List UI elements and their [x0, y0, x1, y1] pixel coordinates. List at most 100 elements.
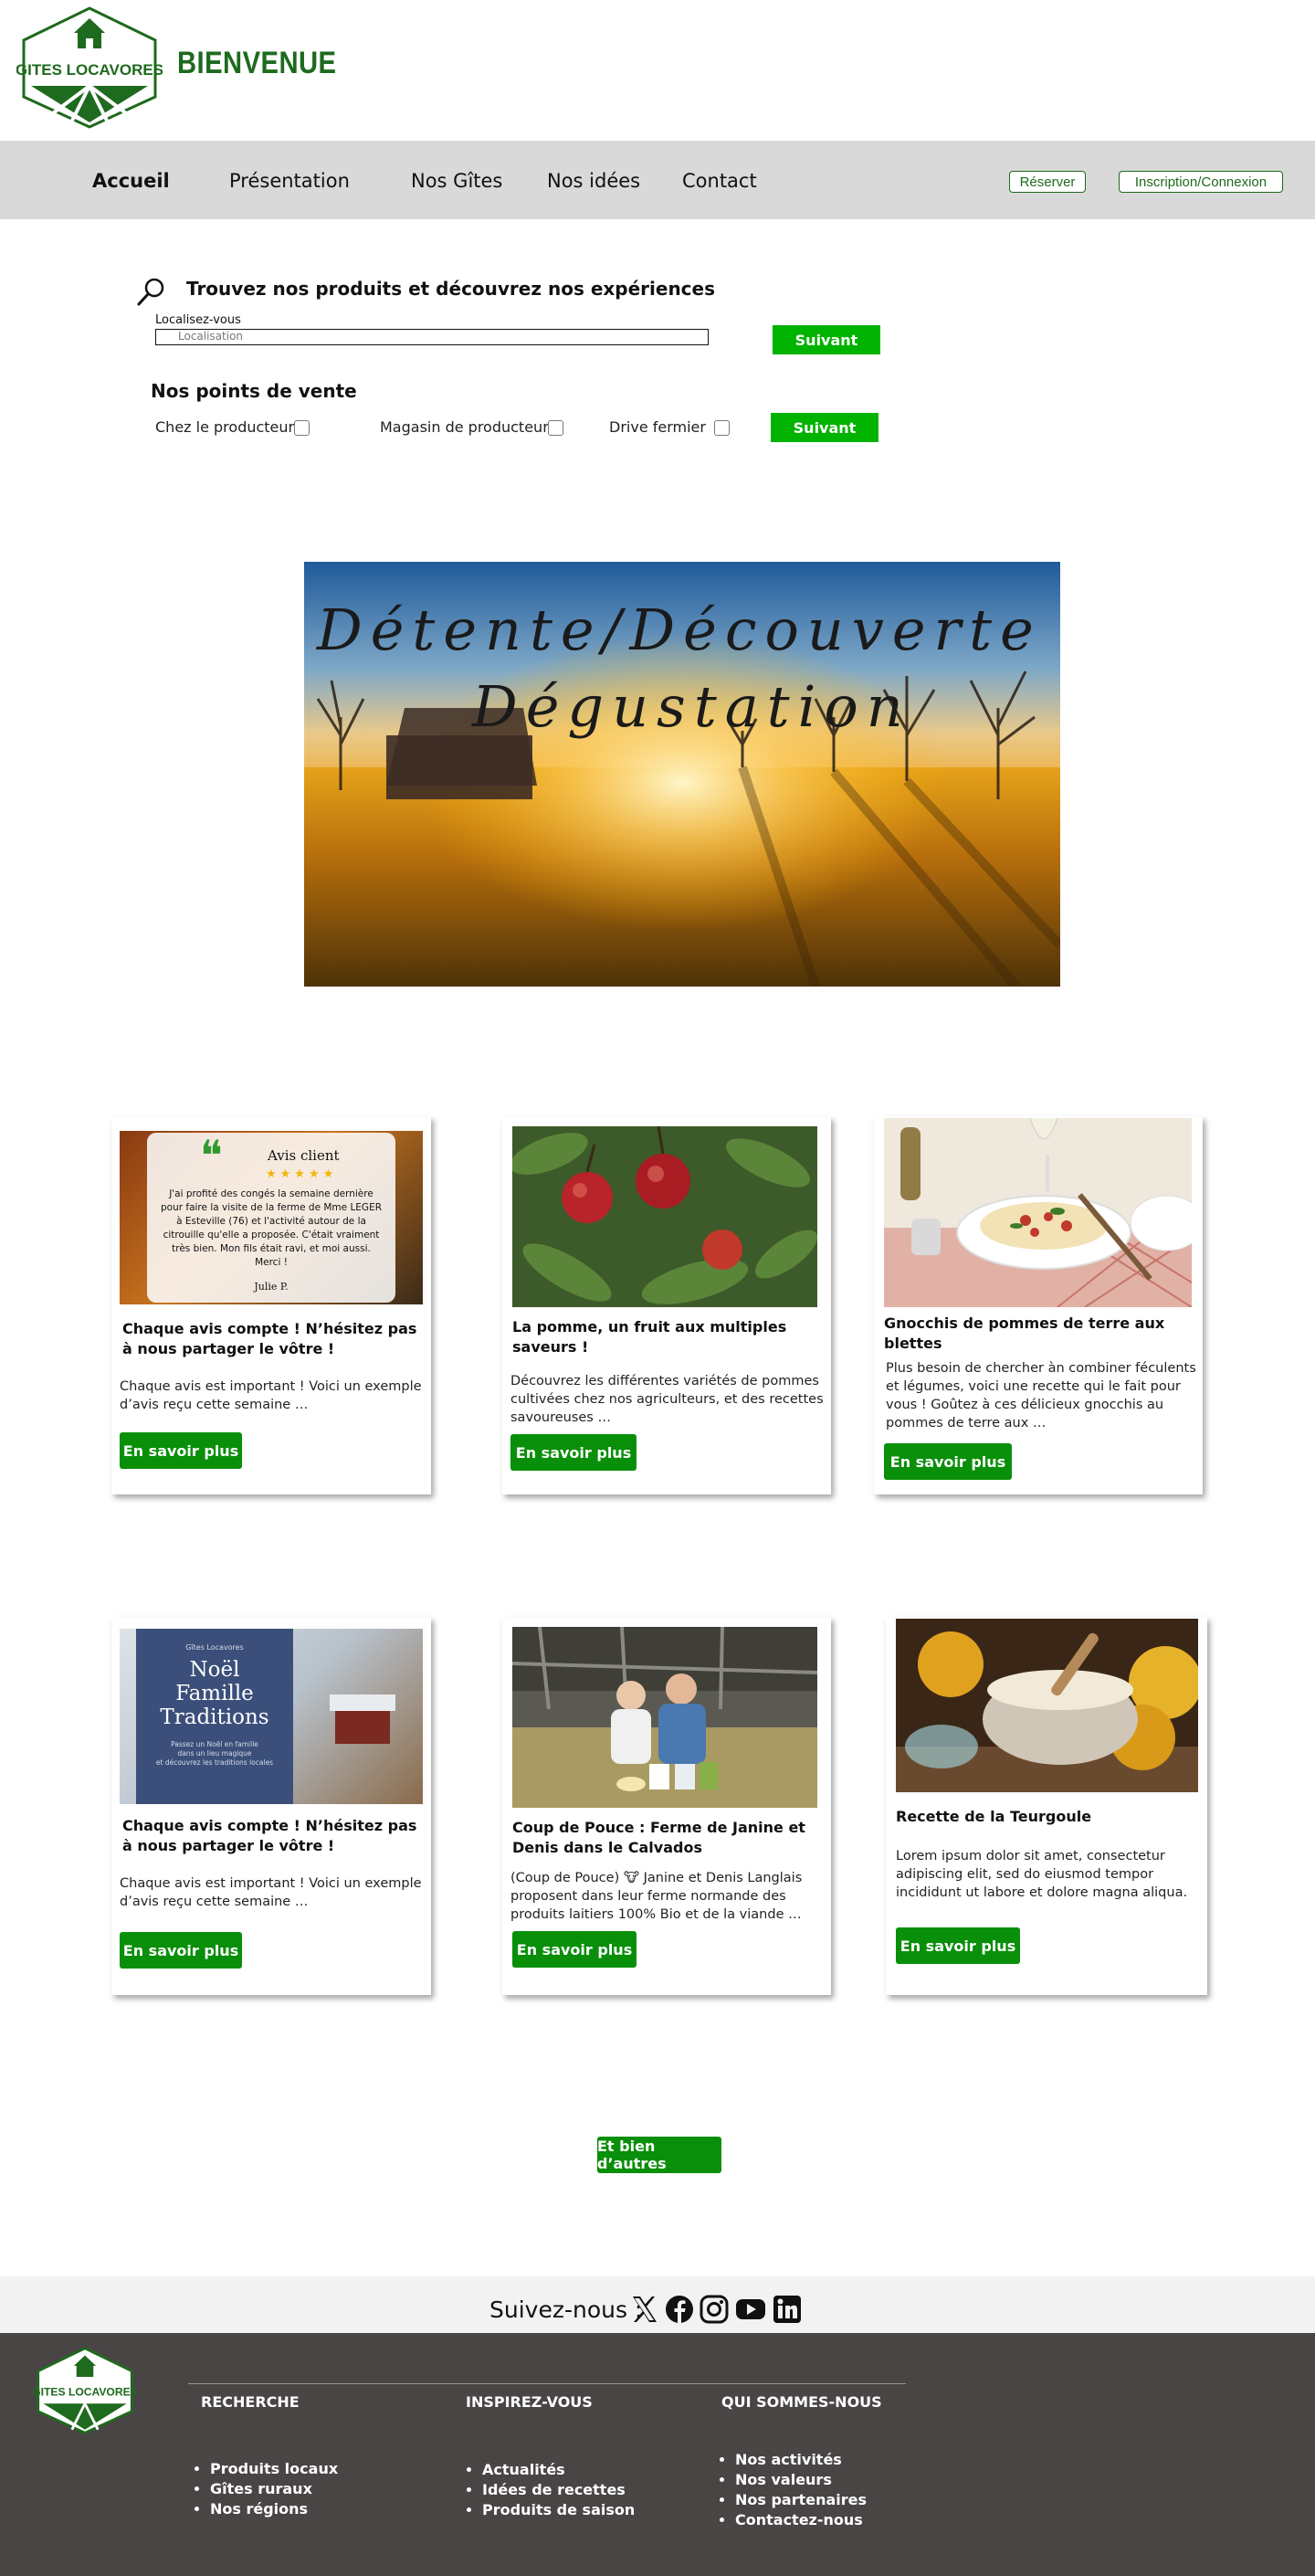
poster-subtitle: Passez un Noël en famille dans un lieu m…: [136, 1740, 293, 1768]
card-title: Chaque avis compte ! N’hésitez pas à nou…: [122, 1817, 417, 1854]
footer-logo-text: GITES LOCAVORES: [33, 2386, 137, 2399]
noel-poster: Gîtes Locavores Noël Famille Traditions …: [136, 1629, 293, 1804]
card-title: Coup de Pouce : Ferme de Janine et Denis…: [512, 1819, 805, 1856]
more-button[interactable]: Et bien d’autres: [597, 2137, 721, 2173]
nav-nos-gites[interactable]: Nos Gîtes: [411, 170, 502, 192]
instagram-icon[interactable]: [700, 2295, 729, 2324]
card-more-button[interactable]: En savoir plus: [120, 1432, 242, 1469]
snow-roof: [330, 1694, 395, 1711]
reserve-button[interactable]: Réserver: [1009, 171, 1086, 193]
checkbox-magasin[interactable]: [548, 420, 563, 436]
option-label-producteur: Chez le producteur: [155, 418, 295, 436]
points-vente-title: Nos points de vente: [151, 380, 357, 402]
search-title: Trouvez nos produits et découvrez nos ex…: [186, 278, 716, 300]
review-stars: ★★★★★: [266, 1167, 338, 1181]
card-image-apples: [512, 1126, 817, 1307]
card-pomme: La pomme, un fruit aux multiples saveurs…: [502, 1116, 831, 1494]
follow-label: Suivez-nous :: [489, 2296, 643, 2323]
poster-sub-1: Passez un Noël en famille: [171, 1740, 258, 1748]
hero-banner: Détente/Découverte Dégustation: [304, 562, 1060, 987]
card-text: (Coup de Pouce) 🐮 Janine et Denis Langla…: [510, 1871, 803, 1922]
card-more-button[interactable]: En savoir plus: [512, 1931, 636, 1968]
footer-link[interactable]: Nos partenaires: [735, 2490, 867, 2510]
footer: [0, 2333, 1315, 2576]
review-heading: Avis client: [268, 1147, 340, 1164]
footer-list-recherche: Produits locaux Gîtes ruraux Nos régions: [195, 2459, 338, 2519]
card-image-review: ❝ Avis client ★★★★★ J'ai profité des con…: [120, 1131, 423, 1304]
site-logo[interactable]: GITES LOCAVORES: [16, 5, 163, 130]
review-author: Julie P.: [254, 1281, 289, 1293]
hero-line-1: Détente/Découverte: [317, 596, 1042, 663]
footer-link[interactable]: Gîtes ruraux: [210, 2479, 338, 2499]
card-title: Gnocchis de pommes de terre aux blettes: [884, 1314, 1165, 1352]
footer-link[interactable]: Idées de recettes: [482, 2480, 635, 2500]
card-text: Découvrez les différentes variétés de po…: [510, 1374, 824, 1425]
youtube-icon[interactable]: [735, 2296, 766, 2322]
card-image-noel: Gîtes Locavores Noël Famille Traditions …: [120, 1629, 423, 1804]
footer-link[interactable]: Actualités: [482, 2460, 635, 2480]
house-picture: [335, 1707, 390, 1744]
points-vente-next-button[interactable]: Suivant: [771, 413, 878, 442]
option-label-drive: Drive fermier: [609, 418, 706, 436]
footer-col-title-recherche: RECHERCHE: [201, 2393, 300, 2411]
review-box: ❝ Avis client ★★★★★ J'ai profité des con…: [147, 1133, 395, 1303]
footer-link[interactable]: Nos régions: [210, 2499, 338, 2519]
card-more-button[interactable]: En savoir plus: [120, 1932, 242, 1969]
card-text: Plus besoin de chercher àn combiner fécu…: [886, 1361, 1196, 1431]
linkedin-icon[interactable]: [773, 2295, 802, 2324]
card-text: Lorem ipsum dolor sit amet, consectetur …: [896, 1849, 1188, 1900]
hero-line-2: Dégustation: [472, 673, 911, 740]
checkbox-producteur[interactable]: [294, 420, 310, 436]
nav-nos-idees[interactable]: Nos idées: [547, 170, 640, 192]
review-body: J'ai profité des congés la semaine derni…: [160, 1188, 383, 1268]
quote-icon: ❝: [200, 1131, 223, 1180]
logo-text: GITES LOCAVORES: [16, 61, 163, 79]
footer-link[interactable]: Produits locaux: [210, 2459, 338, 2479]
poster-line-1: Noël: [189, 1658, 240, 1682]
nav-contact[interactable]: Contact: [682, 170, 757, 192]
card-teurgoule: Recette de la Teurgoule Lorem ipsum dolo…: [886, 1617, 1207, 1995]
welcome-title: BIENVENUE: [177, 46, 337, 80]
card-more-button[interactable]: En savoir plus: [896, 1927, 1020, 1964]
card-title: La pomme, un fruit aux multiples saveurs…: [512, 1318, 787, 1356]
facebook-icon[interactable]: [665, 2295, 694, 2324]
poster-sub-2: dans un lieu magique: [177, 1749, 252, 1758]
card-coup-de-pouce: Coup de Pouce : Ferme de Janine et Denis…: [502, 1617, 831, 1995]
card-text: Chaque avis est important ! Voici un exe…: [120, 1379, 422, 1412]
card-title: Recette de la Teurgoule: [896, 1808, 1092, 1825]
poster-line-3: Traditions: [160, 1705, 269, 1729]
search-icon: [134, 276, 167, 309]
nav-accueil[interactable]: Accueil: [92, 170, 170, 192]
location-next-button[interactable]: Suivant: [773, 325, 880, 354]
card-avis-client: ❝ Avis client ★★★★★ J'ai profité des con…: [111, 1116, 431, 1494]
footer-link[interactable]: Produits de saison: [482, 2500, 635, 2520]
card-image-farm: [512, 1627, 817, 1808]
card-noel: Gîtes Locavores Noël Famille Traditions …: [111, 1617, 431, 1995]
location-input[interactable]: Localisation: [155, 329, 709, 345]
card-more-button[interactable]: En savoir plus: [510, 1434, 636, 1471]
card-gnocchis: Gnocchis de pommes de terre aux blettes …: [874, 1116, 1203, 1494]
footer-link[interactable]: Nos valeurs: [735, 2470, 867, 2490]
card-title: Chaque avis compte ! N’hésitez pas à nou…: [122, 1320, 417, 1357]
login-button[interactable]: Inscription/Connexion: [1119, 171, 1283, 193]
card-text: Chaque avis est important ! Voici un exe…: [120, 1876, 422, 1909]
card-image-gnocchis: [884, 1118, 1192, 1307]
location-label: Localisez-vous: [155, 313, 241, 327]
poster-sub-3: et découvrez les traditions locales: [155, 1758, 274, 1767]
navbar: [0, 141, 1315, 219]
footer-logo[interactable]: GITES LOCAVORES: [32, 2346, 138, 2435]
poster-line-2: Famille: [175, 1682, 254, 1705]
x-icon[interactable]: [630, 2295, 659, 2324]
card-image-teurgoule: [896, 1619, 1198, 1792]
nav-presentation[interactable]: Présentation: [229, 170, 350, 192]
option-label-magasin: Magasin de producteur: [380, 418, 549, 436]
footer-link[interactable]: Nos activités: [735, 2450, 867, 2470]
footer-col-title-qui: QUI SOMMES-NOUS: [721, 2393, 882, 2411]
footer-col-title-inspirez: INSPIREZ-VOUS: [466, 2393, 593, 2411]
footer-list-qui: Nos activités Nos valeurs Nos partenaire…: [721, 2450, 867, 2530]
footer-link[interactable]: Contactez-nous: [735, 2510, 867, 2530]
checkbox-drive[interactable]: [714, 420, 730, 436]
footer-list-inspirez: Actualités Idées de recettes Produits de…: [468, 2460, 635, 2520]
footer-divider: [188, 2383, 906, 2384]
card-more-button[interactable]: En savoir plus: [884, 1443, 1012, 1480]
